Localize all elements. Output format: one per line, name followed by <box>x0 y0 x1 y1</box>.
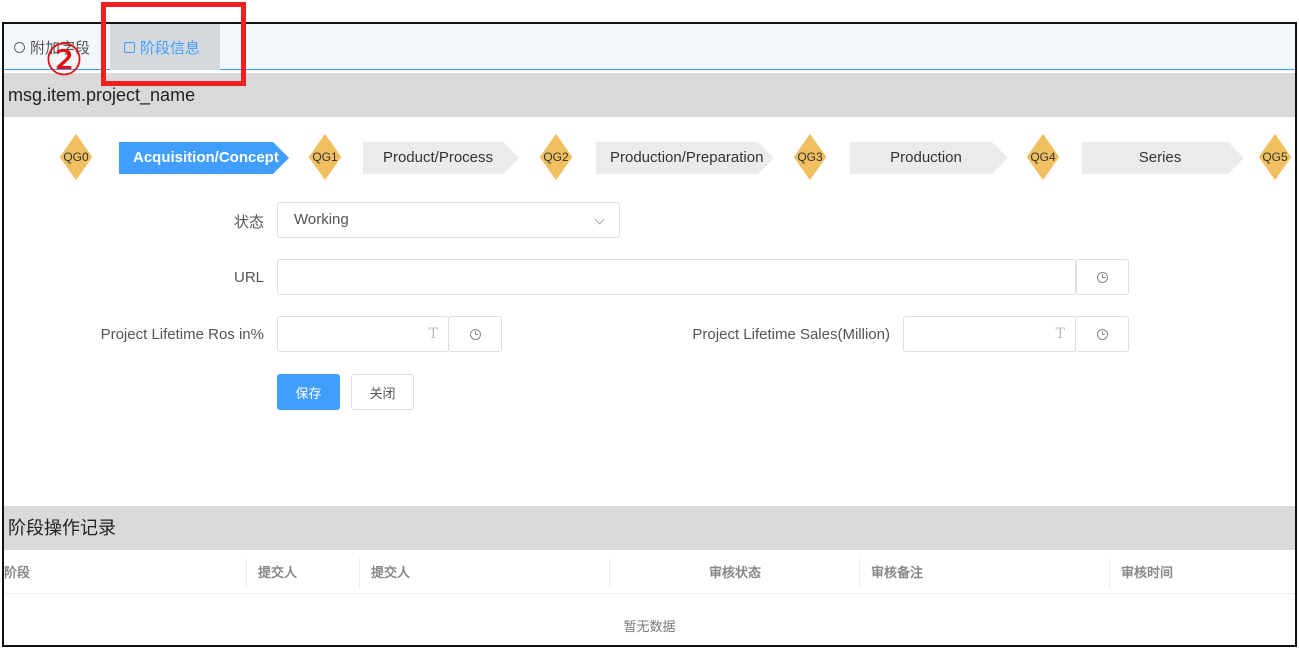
log-table-header: 阶段 提交人 提交人 审核状态 审核备注 审核时间 <box>4 552 1295 594</box>
clock-icon <box>1096 328 1108 340</box>
annotation-step-number: ② <box>44 34 84 86</box>
save-button[interactable]: 保存 <box>277 374 340 410</box>
operation-log-title: 阶段操作记录 <box>4 506 1295 550</box>
gate-label: QG1 <box>312 150 338 164</box>
stage-step-production-preparation[interactable]: Production/Preparation <box>596 142 774 174</box>
url-label: URL <box>233 269 264 286</box>
column-header-submitter-2: 提交人 <box>371 565 411 580</box>
sales-input[interactable]: T <box>903 316 1076 352</box>
empty-table-text: 暂无数据 <box>623 619 676 634</box>
quality-gate-qg1[interactable]: QG1 <box>308 133 342 181</box>
stage-step-acquisition[interactable]: Acquisition/Concept <box>119 142 289 174</box>
column-header-review-status: 审核状态 <box>709 565 762 580</box>
step-label: Production <box>890 149 962 166</box>
gate-label: QG2 <box>543 150 569 164</box>
gate-label: QG5 <box>1262 150 1288 164</box>
column-header-submitter: 提交人 <box>258 565 298 580</box>
stage-step-series[interactable]: Series <box>1082 142 1244 174</box>
gate-label: QG3 <box>797 150 823 164</box>
gear-icon <box>14 41 25 53</box>
step-label: Production/Preparation <box>610 149 764 166</box>
stage-stepper: QG0 Acquisition/Concept QG1 Product/Proc… <box>4 133 1295 184</box>
status-label: 状态 <box>233 214 264 231</box>
quality-gate-qg2[interactable]: QG2 <box>539 133 573 181</box>
quality-gate-qg4[interactable]: QG4 <box>1026 133 1060 181</box>
ros-label: Project Lifetime Ros in% <box>100 326 264 343</box>
text-type-icon: T <box>1055 326 1065 342</box>
column-header-stage: 阶段 <box>4 565 31 580</box>
app-window: 附加字段 阶段信息 msg.item.project_name QG0 Acqu… <box>2 22 1297 647</box>
url-history-button[interactable] <box>1076 259 1129 295</box>
ros-input[interactable]: T <box>277 316 449 352</box>
clock-icon <box>1097 271 1108 283</box>
sales-history-button[interactable] <box>1075 316 1129 352</box>
close-button[interactable]: 关闭 <box>351 374 414 410</box>
status-select[interactable]: Working <box>277 202 620 238</box>
sales-label: Project Lifetime Sales(Million) <box>692 326 890 343</box>
gate-label: QG0 <box>63 150 89 164</box>
ros-history-button[interactable] <box>448 316 502 352</box>
quality-gate-qg0[interactable]: QG0 <box>59 133 93 181</box>
column-header-review-note: 审核备注 <box>871 565 924 580</box>
annotation-highlight-box <box>101 2 246 86</box>
text-type-icon: T <box>428 326 438 342</box>
status-value: Working <box>294 211 349 228</box>
column-header-review-time: 审核时间 <box>1121 565 1174 580</box>
step-label: Series <box>1138 149 1182 166</box>
quality-gate-qg5[interactable]: QG5 <box>1258 133 1292 181</box>
gate-label: QG4 <box>1030 150 1056 164</box>
quality-gate-qg3[interactable]: QG3 <box>793 133 827 181</box>
stage-step-production[interactable]: Production <box>850 142 1008 174</box>
stage-step-product-process[interactable]: Product/Process <box>363 142 519 174</box>
chevron-down-icon <box>594 214 605 225</box>
url-input[interactable] <box>277 259 1076 295</box>
clock-icon <box>469 328 481 340</box>
step-label: Product/Process <box>382 149 494 166</box>
step-label: Acquisition/Concept <box>133 149 279 166</box>
